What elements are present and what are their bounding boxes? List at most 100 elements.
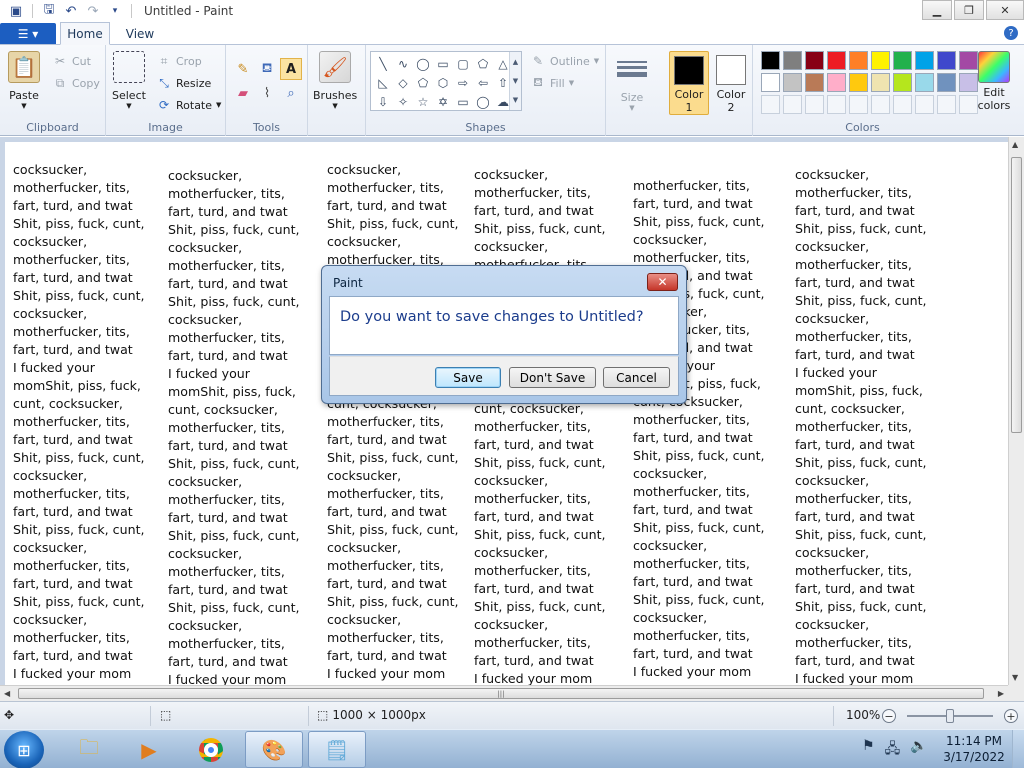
redo-icon[interactable]: ↷ [85,3,101,19]
callout-oval-shape-icon[interactable]: ◯ [473,92,493,111]
copy-button[interactable]: ⧉ Copy [52,75,100,91]
palette-swatch-r1-c6[interactable] [871,51,890,70]
crop-button[interactable]: ⌗ Crop [156,53,202,69]
magnifier-icon[interactable]: ⌕ [280,82,302,104]
six-point-star-shape-icon[interactable]: ✡ [433,92,453,111]
cut-button[interactable]: ✂ Cut [52,53,91,69]
help-icon[interactable]: ? [1004,26,1018,40]
dont-save-button[interactable]: Don't Save [509,367,596,388]
cancel-button[interactable]: Cancel [603,367,670,388]
palette-swatch-r2-c7[interactable] [893,73,912,92]
scroll-right-icon[interactable]: ▶ [998,689,1004,698]
palette-swatch-r1-c8[interactable] [915,51,934,70]
color-picker-icon[interactable]: ⌇ [256,82,278,104]
dialog-close-button[interactable]: ✕ [647,273,678,291]
chevron-down-icon[interactable]: ▼ [513,77,518,85]
pencil-icon[interactable]: ✎ [232,58,254,80]
edit-colors-button[interactable]: Edit colors [974,51,1014,112]
four-point-star-shape-icon[interactable]: ✧ [393,92,413,111]
palette-swatch-r2-c1[interactable] [761,73,780,92]
palette-swatch-r1-c3[interactable] [805,51,824,70]
palette-swatch-r2-c9[interactable] [937,73,956,92]
rotate-button[interactable]: ⟳ Rotate ▼ [156,97,221,113]
hexagon-shape-icon[interactable]: ⬡ [433,73,453,92]
palette-custom-slot[interactable] [783,95,802,114]
eraser-icon[interactable]: ▰ [232,82,254,104]
zoom-in-button[interactable]: + [1004,709,1018,723]
undo-icon[interactable]: ↶ [63,3,79,19]
close-window-button[interactable]: ✕ [986,0,1024,20]
rounded-rectangle-shape-icon[interactable]: ▢ [453,54,473,73]
drawing-canvas[interactable]: cocksucker, motherfucker, tits, fart, turd… [5,142,1008,685]
select-button[interactable]: Select ▼ [112,51,146,110]
horizontal-scrollbar[interactable]: ◀ ||| ▶ [0,685,1008,701]
start-button[interactable]: ⊞ [4,731,44,768]
scroll-left-icon[interactable]: ◀ [4,689,10,698]
color1-button[interactable]: Color 1 [669,51,709,115]
zoom-out-button[interactable]: − [882,709,896,723]
diamond-shape-icon[interactable]: ◇ [393,73,413,92]
polygon-shape-icon[interactable]: ⬠ [473,54,493,73]
palette-custom-slot[interactable] [761,95,780,114]
show-desktop-button[interactable] [1012,730,1024,768]
palette-swatch-r2-c3[interactable] [805,73,824,92]
color2-button[interactable]: Color 2 [711,51,751,115]
paint-app-icon[interactable]: ▣ [8,3,24,19]
save-button[interactable]: Save [435,367,501,388]
paste-button[interactable]: 📋 Paste ▼ [8,51,40,110]
tab-home[interactable]: Home [60,22,110,45]
oval-shape-icon[interactable]: ◯ [413,54,433,73]
palette-custom-slot[interactable] [915,95,934,114]
palette-swatch-r1-c7[interactable] [893,51,912,70]
five-point-star-shape-icon[interactable]: ☆ [413,92,433,111]
vertical-scroll-thumb[interactable] [1011,157,1022,433]
right-arrow-shape-icon[interactable]: ⇨ [453,73,473,92]
callout-rect-shape-icon[interactable]: ▭ [453,92,473,111]
palette-swatch-r1-c4[interactable] [827,51,846,70]
scroll-up-icon[interactable]: ▲ [1012,140,1018,149]
rectangle-shape-icon[interactable]: ▭ [433,54,453,73]
taskbar-notepad[interactable]: 🗒 [308,731,366,768]
expand-icon[interactable]: ▼ [513,96,518,104]
shapes-gallery[interactable]: ╲ ∿ ◯ ▭ ▢ ⬠ △ ◺ ◇ ⬠ ⬡ ⇨ ⇦ ⇧ ⇩ ✧ ☆ ✡ ▭ ◯ [370,51,522,111]
fill-button[interactable]: ⛾ Fill ▼ [530,75,574,91]
line-shape-icon[interactable]: ╲ [373,54,393,73]
palette-custom-slot[interactable] [805,95,824,114]
palette-swatch-r2-c5[interactable] [849,73,868,92]
right-triangle-shape-icon[interactable]: ◺ [373,73,393,92]
resize-button[interactable]: ⤡ Resize [156,75,211,91]
palette-swatch-r2-c6[interactable] [871,73,890,92]
horizontal-scroll-thumb[interactable]: ||| [18,688,984,699]
scroll-down-icon[interactable]: ▼ [1012,673,1018,682]
taskbar-media-player[interactable]: ▶ [120,731,178,768]
fill-bucket-icon[interactable]: ⛾ [256,58,278,80]
paint-menu-button[interactable]: ☰ ▾ [0,23,56,44]
palette-swatch-r1-c1[interactable] [761,51,780,70]
palette-swatch-r1-c5[interactable] [849,51,868,70]
brushes-button[interactable]: 🖌 Brushes ▼ [313,51,357,110]
tab-view[interactable]: View [116,22,164,45]
outline-button[interactable]: ✎ Outline ▼ [530,53,599,69]
size-button[interactable]: Size ▼ [616,53,648,112]
palette-swatch-r2-c4[interactable] [827,73,846,92]
text-tool-icon[interactable]: A [280,58,302,80]
palette-custom-slot[interactable] [871,95,890,114]
palette-custom-slot[interactable] [849,95,868,114]
maximize-button[interactable]: ❐ [954,0,984,20]
taskbar-paint[interactable]: 🎨 [245,731,303,768]
taskbar-explorer[interactable]: 🗀 [60,731,118,768]
curve-shape-icon[interactable]: ∿ [393,54,413,73]
taskbar-chrome[interactable] [182,731,240,768]
zoom-slider-thumb[interactable] [946,709,954,723]
palette-swatch-r2-c2[interactable] [783,73,802,92]
palette-swatch-r2-c8[interactable] [915,73,934,92]
shapes-scrollbar[interactable]: ▲ ▼ ▼ [509,52,521,110]
vertical-scrollbar[interactable]: ▲ ▼ [1008,137,1024,685]
chevron-up-icon[interactable]: ▲ [513,58,518,66]
palette-swatch-r1-c9[interactable] [937,51,956,70]
network-icon[interactable]: 🖧 [885,738,901,762]
pentagon-shape-icon[interactable]: ⬠ [413,73,433,92]
action-center-icon[interactable]: ⚑ [862,738,875,762]
palette-swatch-r1-c2[interactable] [783,51,802,70]
clock[interactable]: 11:14 PM 3/17/2022 [942,733,1006,765]
